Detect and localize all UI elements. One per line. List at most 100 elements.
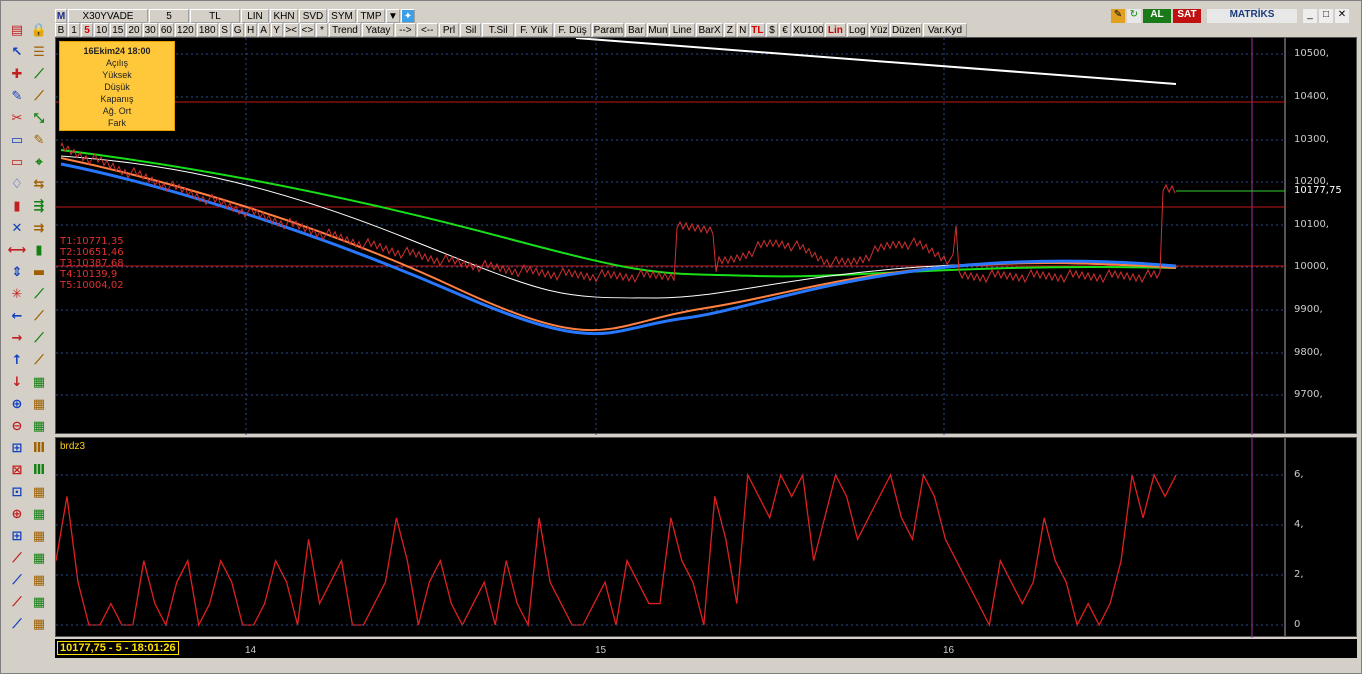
- drawing-tool-icon[interactable]: ▦: [29, 483, 49, 503]
- toolbar2-button[interactable]: <--: [416, 23, 438, 37]
- pencil-icon[interactable]: ✎: [1111, 9, 1125, 23]
- toolbar1-button[interactable]: M: [55, 9, 67, 23]
- toolbar2-button[interactable]: Prl: [438, 23, 460, 37]
- drawing-tool-icon[interactable]: ▦: [29, 505, 49, 525]
- drawing-tool-icon[interactable]: ✂: [7, 109, 27, 129]
- toolbar2-button[interactable]: 180: [196, 23, 218, 37]
- drawing-tool-icon[interactable]: ⊞: [7, 439, 27, 459]
- toolbar2-button[interactable]: 5: [81, 23, 93, 37]
- toolbar2-button[interactable]: F. Düş: [553, 23, 592, 37]
- toolbar2-button[interactable]: G: [231, 23, 244, 37]
- toolbar2-button[interactable]: €: [779, 23, 791, 37]
- toolbar1-button[interactable]: ▼: [386, 9, 400, 23]
- toolbar2-button[interactable]: 30: [142, 23, 158, 37]
- drawing-tool-icon[interactable]: ⇕: [7, 263, 27, 283]
- drawing-tool-icon[interactable]: ⇶: [29, 197, 49, 217]
- drawing-tool-icon[interactable]: ⌖: [29, 153, 49, 173]
- drawing-tool-icon[interactable]: ⟋: [7, 615, 27, 635]
- indicator-panel[interactable]: brdz3: [55, 437, 1286, 638]
- toolbar2-button[interactable]: <>: [299, 23, 315, 37]
- sell-button[interactable]: SAT: [1173, 9, 1201, 23]
- toolbar2-button[interactable]: 15: [110, 23, 126, 37]
- toolbar2-button[interactable]: S: [218, 23, 231, 37]
- drawing-tool-icon[interactable]: ⊞: [7, 527, 27, 547]
- drawing-tool-icon[interactable]: ⟋: [29, 329, 49, 349]
- toolbar2-button[interactable]: Var.Kyd: [923, 23, 967, 37]
- toolbar2-button[interactable]: *: [316, 23, 328, 37]
- drawing-tool-icon[interactable]: ✎: [29, 131, 49, 151]
- drawing-tool-icon[interactable]: ⇉: [29, 219, 49, 239]
- drawing-tool-icon[interactable]: ✕: [7, 219, 27, 239]
- drawing-tool-icon[interactable]: Ⅲ: [29, 461, 49, 481]
- drawing-tool-icon[interactable]: ⟷: [7, 241, 27, 261]
- drawing-tool-icon[interactable]: ▮: [7, 197, 27, 217]
- toolbar2-button[interactable]: F. Yük: [515, 23, 553, 37]
- drawing-tool-icon[interactable]: ▦: [29, 615, 49, 635]
- toolbar1-button[interactable]: TL: [190, 9, 240, 23]
- drawing-tool-icon[interactable]: ↖: [7, 43, 27, 63]
- toolbar2-button[interactable]: Sil: [460, 23, 482, 37]
- toolbar2-button[interactable]: BarX: [696, 23, 723, 37]
- toolbar2-button[interactable]: Düzen: [890, 23, 923, 37]
- toolbar2-button[interactable]: ><: [283, 23, 299, 37]
- toolbar2-button[interactable]: $: [766, 23, 778, 37]
- drawing-tool-icon[interactable]: ⊕: [7, 505, 27, 525]
- toolbar2-button[interactable]: Param: [592, 23, 625, 37]
- drawing-tool-icon[interactable]: ⊕: [7, 395, 27, 415]
- toolbar1-button[interactable]: 5: [149, 9, 189, 23]
- drawing-tool-icon[interactable]: ▦: [29, 527, 49, 547]
- drawing-tool-icon[interactable]: ⟋: [29, 351, 49, 371]
- toolbar2-button[interactable]: 20: [126, 23, 142, 37]
- minimize-icon[interactable]: _: [1303, 9, 1317, 23]
- toolbar2-button[interactable]: H: [244, 23, 257, 37]
- drawing-tool-icon[interactable]: ▮: [29, 241, 49, 261]
- toolbar2-button[interactable]: 10: [94, 23, 110, 37]
- drawing-tool-icon[interactable]: ⟋: [7, 593, 27, 613]
- drawing-tool-icon[interactable]: ←: [7, 307, 27, 327]
- drawing-tool-icon[interactable]: ↑: [7, 351, 27, 371]
- drawing-tool-icon[interactable]: ☰: [29, 43, 49, 63]
- toolbar1-button[interactable]: X30YVADE: [68, 9, 148, 23]
- drawing-tool-icon[interactable]: ▦: [29, 395, 49, 415]
- drawing-tool-icon[interactable]: ⟋: [7, 571, 27, 591]
- drawing-tool-icon[interactable]: Ⅲ: [29, 439, 49, 459]
- drawing-tool-icon[interactable]: ✚: [7, 65, 27, 85]
- toolbar2-button[interactable]: Lin: [825, 23, 846, 37]
- toolbar2-button[interactable]: 1: [68, 23, 80, 37]
- toolbar2-button[interactable]: T.Sil: [482, 23, 515, 37]
- drawing-tool-icon[interactable]: ▦: [29, 593, 49, 613]
- drawing-tool-icon[interactable]: ▦: [29, 549, 49, 569]
- drawing-tool-icon[interactable]: ▦: [29, 373, 49, 393]
- drawing-tool-icon[interactable]: ▤: [7, 21, 27, 41]
- price-chart[interactable]: 16Ekim24 18:00 Açılış Yüksek Düşük Kapanış A…: [55, 37, 1286, 435]
- drawing-tool-icon[interactable]: ⤡: [29, 109, 49, 129]
- toolbar2-button[interactable]: -->: [395, 23, 416, 37]
- toolbar2-button[interactable]: Bar: [625, 23, 647, 37]
- drawing-tool-icon[interactable]: ▦: [29, 417, 49, 437]
- drawing-tool-icon[interactable]: ▭: [7, 131, 27, 151]
- drawing-tool-icon[interactable]: →: [7, 329, 27, 349]
- drawing-tool-icon[interactable]: ⟋: [7, 549, 27, 569]
- toolbar2-button[interactable]: B: [55, 23, 67, 37]
- toolbar2-button[interactable]: Trend: [329, 23, 361, 37]
- drawing-tool-icon[interactable]: ♢: [7, 175, 27, 195]
- toolbar1-button[interactable]: SYM: [328, 9, 356, 23]
- drawing-tool-icon[interactable]: ⊖: [7, 417, 27, 437]
- drawing-tool-icon[interactable]: ✎: [7, 87, 27, 107]
- drawing-tool-icon[interactable]: ⟋: [29, 65, 49, 85]
- drawing-tool-icon[interactable]: ▦: [29, 571, 49, 591]
- toolbar2-button[interactable]: Y: [270, 23, 283, 37]
- toolbar1-button[interactable]: SVD: [299, 9, 327, 23]
- toolbar2-button[interactable]: N: [736, 23, 749, 37]
- drawing-tool-icon[interactable]: ⇆: [29, 175, 49, 195]
- toolbar2-button[interactable]: 60: [158, 23, 174, 37]
- toolbar2-button[interactable]: Z: [723, 23, 736, 37]
- drawing-tool-icon[interactable]: ↓: [7, 373, 27, 393]
- drawing-tool-icon[interactable]: ✳: [7, 285, 27, 305]
- toolbar2-button[interactable]: Log: [846, 23, 868, 37]
- toolbar1-button[interactable]: KHN: [270, 9, 298, 23]
- toolbar2-button[interactable]: Yatay: [362, 23, 394, 37]
- maximize-icon[interactable]: □: [1319, 9, 1333, 23]
- toolbar2-button[interactable]: Yüz: [868, 23, 890, 37]
- toolbar1-button[interactable]: LIN: [241, 9, 269, 23]
